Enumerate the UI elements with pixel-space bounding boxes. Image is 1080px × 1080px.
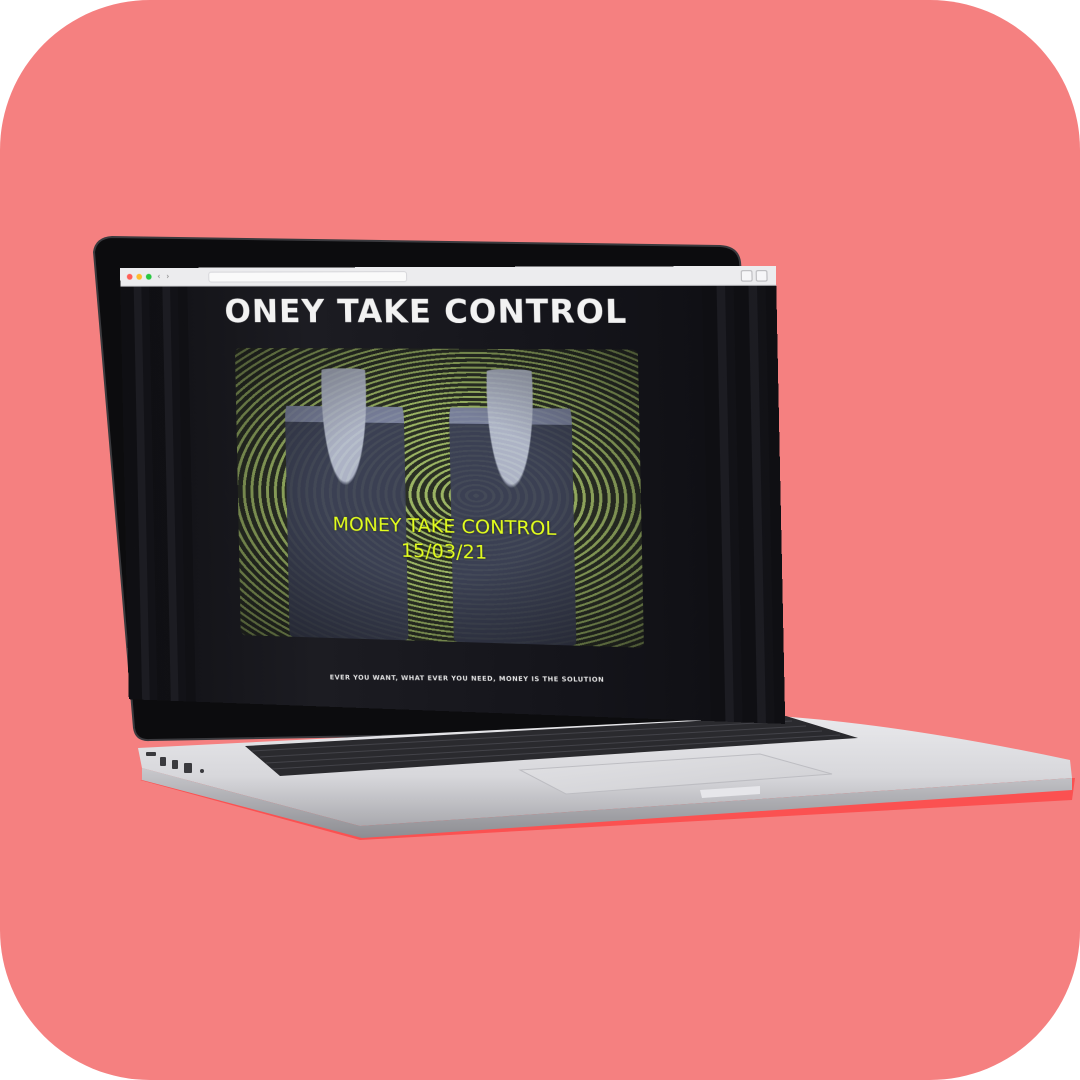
stage: ‹ › ONEY TAKE CONTROL MONEY TAKE CONTROL… [0, 0, 1080, 1080]
close-window-button[interactable] [127, 274, 133, 280]
shirt-print-graphic [235, 348, 644, 648]
shirt-heading: ONEY TAKE CONTROL [224, 292, 648, 329]
browser-toolbar: ‹ › [120, 266, 776, 287]
statue-figure-left [284, 368, 408, 640]
chevron-right-icon[interactable]: › [166, 273, 169, 281]
hero-overlay: MONEY TAKE CONTROL 15/03/21 [125, 508, 782, 572]
curtain-left [120, 287, 195, 702]
web-page: ONEY TAKE CONTROL MONEY TAKE CONTROL 15/… [120, 286, 785, 724]
tabs-icon[interactable] [756, 270, 768, 281]
address-bar[interactable] [208, 271, 407, 282]
shirt-tagline: EVER YOU WANT, WHAT EVER YOU NEED, MONEY… [330, 673, 605, 683]
zoom-window-button[interactable] [146, 274, 152, 280]
chevron-left-icon[interactable]: ‹ [157, 273, 160, 281]
curtain-right [702, 286, 785, 724]
minimize-window-button[interactable] [136, 274, 142, 280]
laptop-screen: ‹ › ONEY TAKE CONTROL MONEY TAKE CONTROL… [120, 266, 785, 724]
share-icon[interactable] [741, 270, 753, 281]
statue-figure-right [448, 369, 576, 646]
